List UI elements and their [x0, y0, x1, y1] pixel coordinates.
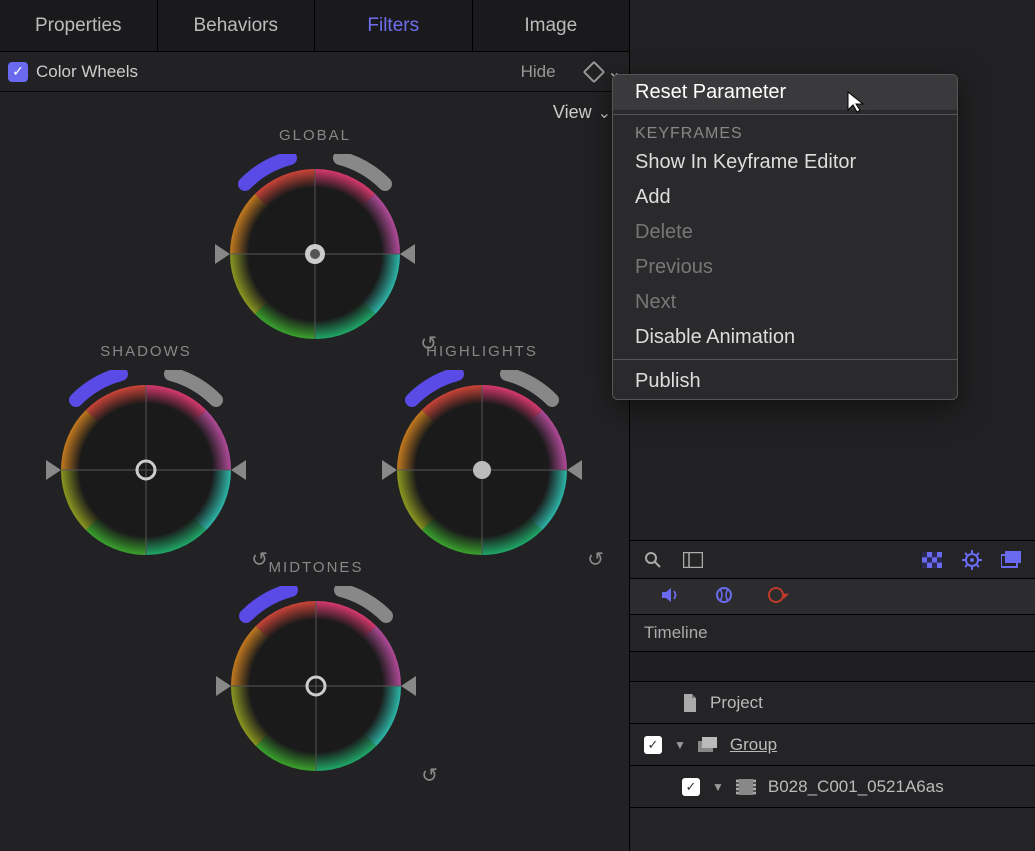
inspector-tabs: Properties Behaviors Filters Image	[0, 0, 629, 52]
timeline-item-label: Project	[710, 693, 763, 713]
timeline-toolbar-2	[630, 579, 1035, 615]
undo-icon[interactable]: ↺	[587, 547, 604, 572]
parameter-context-menu: Reset Parameter KEYFRAMES Show In Keyfra…	[612, 74, 958, 400]
stack-icon[interactable]	[1001, 549, 1023, 571]
behavior-gear-icon[interactable]	[714, 585, 734, 608]
tab-image[interactable]: Image	[473, 0, 630, 51]
menu-item-disable-animation[interactable]: Disable Animation	[613, 320, 957, 355]
wheel-label-highlights: HIGHLIGHTS	[362, 343, 602, 360]
tab-behaviors[interactable]: Behaviors	[158, 0, 316, 51]
color-wheel-shadows[interactable]: SHADOWS	[26, 343, 266, 570]
tab-properties[interactable]: Properties	[0, 0, 158, 51]
menu-item-reset-parameter[interactable]: Reset Parameter	[613, 75, 957, 110]
menu-item-show-in-keyframe-editor[interactable]: Show In Keyframe Editor	[613, 145, 957, 180]
timeline-panel: Timeline Project ✓ ▼ Group ✓ ▼	[630, 540, 1035, 851]
audio-icon[interactable]	[660, 586, 680, 607]
filter-header-row: ✓ Color Wheels Hide ⌄	[0, 52, 629, 92]
layout-icon[interactable]	[682, 549, 704, 571]
timeline-item-label: B028_C001_0521A6as	[768, 777, 944, 797]
document-icon	[682, 694, 698, 712]
color-wheels-area: GLOBAL	[0, 127, 629, 851]
timeline-item-project[interactable]: Project	[630, 682, 1035, 724]
hide-button[interactable]: Hide	[521, 62, 556, 82]
filter-title: Color Wheels	[36, 62, 521, 82]
menu-separator	[613, 359, 957, 360]
record-keyframe-icon[interactable]	[768, 585, 790, 608]
menu-separator	[613, 114, 957, 115]
wheel-label-shadows: SHADOWS	[26, 343, 266, 360]
view-dropdown[interactable]: View ⌄	[0, 92, 629, 127]
timeline-item-clip[interactable]: ✓ ▼ B028_C001_0521A6as	[630, 766, 1035, 808]
disclosure-triangle-icon[interactable]: ▼	[674, 738, 686, 752]
wheel-label-midtones: MIDTONES	[196, 559, 436, 576]
color-wheel-midtones[interactable]: MIDTONES	[196, 559, 436, 786]
menu-heading-keyframes: KEYFRAMES	[613, 119, 957, 145]
menu-item-add[interactable]: Add	[613, 180, 957, 215]
timeline-item-group[interactable]: ✓ ▼ Group	[630, 724, 1035, 766]
color-wheel-global[interactable]: GLOBAL	[195, 127, 435, 354]
menu-item-previous: Previous	[613, 250, 957, 285]
chevron-down-icon: ⌄	[598, 103, 611, 123]
timeline-item-label: Group	[730, 735, 777, 755]
disclosure-triangle-icon[interactable]: ▼	[712, 780, 724, 794]
inspector-panel: Properties Behaviors Filters Image ✓ Col…	[0, 0, 630, 851]
visibility-checkbox[interactable]: ✓	[644, 736, 662, 754]
filter-enabled-checkbox[interactable]: ✓	[8, 62, 28, 82]
view-label: View	[553, 102, 592, 123]
visibility-checkbox[interactable]: ✓	[682, 778, 700, 796]
menu-item-publish[interactable]: Publish	[613, 364, 957, 399]
layers-icon	[698, 737, 718, 753]
gear-icon[interactable]	[961, 549, 983, 571]
undo-icon[interactable]: ↺	[421, 763, 438, 788]
menu-item-delete: Delete	[613, 215, 957, 250]
timeline-spacer	[630, 652, 1035, 682]
color-wheel-highlights[interactable]: HIGHLIGHTS	[362, 343, 602, 570]
menu-item-next: Next	[613, 285, 957, 320]
film-icon	[736, 779, 756, 795]
wheel-label-global: GLOBAL	[195, 127, 435, 144]
timeline-toolbar	[630, 541, 1035, 579]
keyframe-diamond-icon[interactable]	[582, 60, 605, 83]
search-icon[interactable]	[642, 549, 664, 571]
tab-filters[interactable]: Filters	[315, 0, 473, 51]
timeline-header: Timeline	[630, 615, 1035, 652]
checker-icon[interactable]	[921, 549, 943, 571]
